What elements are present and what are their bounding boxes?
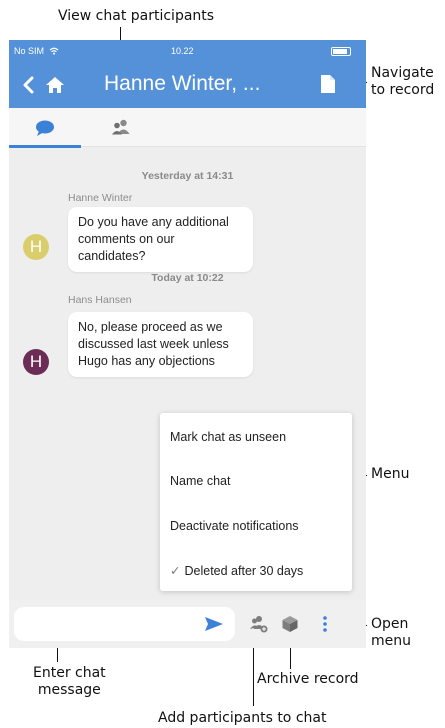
message-text-line: Hugo has any objections [78, 354, 215, 368]
document-icon[interactable] [320, 74, 336, 94]
message-text-line: No, please proceed as we [78, 320, 223, 334]
message-composer [9, 600, 366, 648]
callout-enter-message-line1: Enter chat [33, 665, 106, 681]
message-text-line: discussed last week unless [78, 337, 229, 351]
menu-item-deleted-after-30-days[interactable]: ✓ Deleted after 30 days [170, 563, 303, 578]
callout-open-menu-line1: Open [371, 616, 409, 632]
callout-archive-record: Archive record [257, 671, 359, 687]
kebab-menu-icon[interactable] [322, 615, 328, 633]
callout-menu: Menu [371, 466, 410, 482]
menu-item-label: Deleted after 30 days [184, 564, 304, 578]
archive-box-icon[interactable] [281, 615, 299, 633]
menu-item-deactivate-notifications[interactable]: Deactivate notifications [170, 519, 299, 533]
callout-open-menu-line2: menu [371, 633, 411, 649]
tab-chat[interactable] [9, 108, 81, 148]
message-bubble: Do you have any additional comments on o… [68, 207, 253, 272]
menu-item-mark-unseen[interactable]: Mark chat as unseen [170, 430, 286, 444]
people-icon [112, 119, 130, 135]
callout-open-menu: Open menu [371, 616, 411, 650]
timestamp: Today at 10:22 [151, 272, 224, 284]
timestamp: Yesterday at 14:31 [141, 170, 234, 182]
menu-item-name-chat[interactable]: Name chat [170, 474, 230, 488]
nav-header: Hanne Winter, ... [9, 62, 366, 108]
send-icon[interactable] [204, 616, 224, 632]
tab-participants[interactable] [99, 108, 151, 147]
message-bubble: No, please proceed as we discussed last … [68, 312, 253, 377]
wifi-icon [49, 47, 58, 55]
avatar: H [23, 349, 49, 375]
chat-bubble-icon [36, 120, 54, 136]
tab-bar [9, 108, 366, 148]
battery-icon [331, 47, 351, 56]
carrier-text: No SIM [14, 46, 45, 56]
callout-navigate-record-line2: to record [371, 82, 435, 98]
callout-view-participants: View chat participants [58, 8, 215, 24]
chat-options-menu: Mark chat as unseen Name chat Deactivate… [160, 413, 352, 591]
phone-screen: No SIM 10.22 Hanne Winter, ... Yesterday… [9, 40, 366, 648]
message-input[interactable] [14, 607, 235, 641]
status-bar: No SIM 10.22 [9, 40, 366, 62]
carrier-label: No SIM [14, 46, 59, 56]
checkmark-icon: ✓ [170, 564, 181, 578]
add-person-icon[interactable] [250, 615, 268, 633]
status-time: 10.22 [171, 46, 194, 56]
callout-navigate-record: Navigate to record [371, 65, 434, 99]
callout-navigate-record-line1: Navigate [371, 65, 434, 81]
sender-name: Hanne Winter [68, 192, 133, 204]
back-chevron-icon[interactable] [22, 76, 36, 94]
sender-name: Hans Hansen [68, 294, 132, 306]
home-icon[interactable] [45, 76, 65, 94]
avatar: H [23, 234, 49, 260]
message-text-line: comments on our candidates? [78, 232, 175, 263]
chat-title: Hanne Winter, ... [104, 72, 261, 95]
callout-enter-message: Enter chat message [33, 665, 106, 699]
callout-add-participants: Add participants to chat [158, 710, 327, 726]
message-text-line: Do you have any additional [78, 215, 229, 229]
callout-enter-message-line2: message [37, 682, 101, 698]
